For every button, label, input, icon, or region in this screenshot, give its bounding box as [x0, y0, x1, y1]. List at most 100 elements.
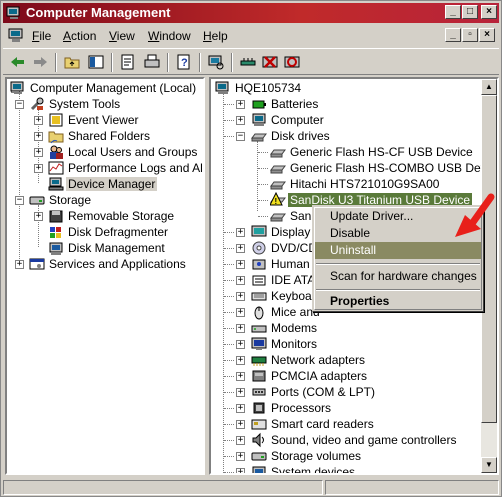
services-applications-icon	[29, 258, 45, 270]
expand-toggle[interactable]: +	[236, 372, 245, 381]
mdi-minimize-button[interactable]: _	[445, 28, 461, 42]
sound-icon	[252, 432, 264, 448]
computer-icon	[215, 81, 229, 94]
expand-toggle[interactable]: +	[34, 148, 43, 157]
disk-drive-icon	[251, 133, 267, 142]
device-tree-item[interactable]: + Computer	[211, 112, 481, 128]
device-tree-item[interactable]: + Batteries	[211, 96, 481, 112]
expand-toggle[interactable]: +	[236, 468, 245, 473]
tree-label: System Tools	[49, 97, 121, 111]
device-tree-item[interactable]: + Smart card readers	[211, 416, 481, 432]
expand-toggle[interactable]: +	[236, 340, 245, 349]
expand-toggle[interactable]: +	[236, 116, 245, 125]
back-arrow-icon[interactable]	[9, 53, 27, 71]
expand-toggle[interactable]: +	[236, 356, 245, 365]
expand-toggle[interactable]: +	[236, 324, 245, 333]
tree-label: Disk Management	[68, 241, 165, 255]
device-tree-root[interactable]: HQE105734	[211, 80, 481, 96]
update-driver-icon[interactable]	[239, 53, 257, 71]
console-tree-pane[interactable]: − Computer Management (Local) − System T…	[5, 77, 205, 475]
scan-hardware-icon[interactable]	[207, 53, 225, 71]
mdi-close-button[interactable]: ×	[479, 28, 495, 42]
expand-toggle[interactable]: +	[236, 420, 245, 429]
tree-item-device-manager[interactable]: Device Manager	[7, 176, 203, 192]
tree-item-removable-storage[interactable]: + Removable Storage	[7, 208, 203, 224]
help-icon[interactable]: ?	[175, 53, 193, 71]
device-tree-item[interactable]: − Disk drives	[211, 128, 481, 144]
device-tree-item[interactable]: + PCMCIA adapters	[211, 368, 481, 384]
device-tree-item[interactable]: + Sound, video and game controllers	[211, 432, 481, 448]
device-tree-item[interactable]: Hitachi HTS721010G9SA00	[211, 176, 481, 192]
menu-item-properties[interactable]: Properties	[315, 293, 481, 310]
expand-toggle[interactable]: +	[34, 164, 43, 173]
expand-toggle[interactable]: +	[236, 100, 245, 109]
expand-toggle[interactable]: +	[236, 452, 245, 461]
tree-label: Device Manager	[66, 177, 158, 191]
menu-action[interactable]: Action	[63, 29, 96, 43]
tree-label: Shared Folders	[68, 129, 151, 143]
expand-toggle[interactable]: +	[236, 228, 245, 237]
menu-view[interactable]: View	[109, 29, 135, 43]
expand-toggle[interactable]: +	[236, 244, 245, 253]
tree-label: Generic Flash HS-CF USB Device	[290, 145, 473, 159]
tree-item-local-users-groups[interactable]: + Local Users and Groups	[7, 144, 203, 160]
maximize-button[interactable]: □	[462, 5, 478, 19]
device-tree-item[interactable]: + Monitors	[211, 336, 481, 352]
expand-toggle[interactable]: +	[34, 116, 43, 125]
expand-toggle[interactable]: +	[236, 308, 245, 317]
scroll-down-button[interactable]: ▼	[481, 457, 497, 473]
mdi-restore-button[interactable]: ▫	[462, 28, 478, 42]
tree-label: HQE105734	[235, 81, 302, 95]
forward-arrow-icon[interactable]	[31, 53, 49, 71]
expand-toggle[interactable]: +	[34, 212, 43, 221]
expand-toggle[interactable]: +	[236, 388, 245, 397]
tree-item-system-tools[interactable]: − System Tools	[7, 96, 203, 112]
mmc-system-menu-icon[interactable]	[8, 28, 24, 43]
scroll-up-button[interactable]: ▲	[481, 79, 497, 95]
uninstall-icon[interactable]	[261, 53, 279, 71]
menu-help[interactable]: Help	[203, 29, 228, 43]
expand-toggle[interactable]: +	[236, 260, 245, 269]
expand-toggle[interactable]: +	[34, 132, 43, 141]
properties-icon[interactable]	[119, 53, 137, 71]
tree-item-shared-folders[interactable]: + Shared Folders	[7, 128, 203, 144]
menu-item-scan-hardware[interactable]: Scan for hardware changes	[315, 268, 481, 285]
print-icon[interactable]	[143, 53, 161, 71]
tree-item-computer-management[interactable]: − Computer Management (Local)	[7, 80, 203, 96]
menu-window[interactable]: Window	[148, 29, 191, 43]
disk-management-icon	[49, 242, 63, 255]
status-cell-main	[3, 480, 323, 495]
collapse-toggle[interactable]: −	[15, 196, 24, 205]
device-tree-item[interactable]: + Processors	[211, 400, 481, 416]
device-tree-item[interactable]: + Modems	[211, 320, 481, 336]
device-tree-item[interactable]: Generic Flash HS-CF USB Device	[211, 144, 481, 160]
device-tree-item[interactable]: Generic Flash HS-COMBO USB Device	[211, 160, 497, 176]
tree-item-performance-logs[interactable]: + Performance Logs and Alerts	[7, 160, 203, 176]
menu-file[interactable]: File	[32, 29, 51, 43]
tree-item-event-viewer[interactable]: + Event Viewer	[7, 112, 203, 128]
tree-label: Storage	[49, 193, 92, 207]
show-hide-console-tree-icon[interactable]	[87, 53, 105, 71]
tree-label: Smart card readers	[271, 417, 374, 431]
expand-toggle[interactable]: +	[236, 292, 245, 301]
tree-item-services-applications[interactable]: + Services and Applications	[7, 256, 203, 272]
device-tree-item[interactable]: + Storage volumes	[211, 448, 481, 464]
expand-toggle[interactable]: +	[236, 436, 245, 445]
device-tree-item[interactable]: + System devices	[211, 464, 481, 475]
tree-item-disk-management[interactable]: Disk Management	[7, 240, 203, 256]
tree-item-storage[interactable]: − Storage	[7, 192, 203, 208]
minimize-button[interactable]: _	[445, 5, 461, 19]
device-tree-item[interactable]: + Ports (COM & LPT)	[211, 384, 481, 400]
tree-label: System devices	[271, 465, 356, 475]
tree-item-disk-defragmenter[interactable]: Disk Defragmenter	[7, 224, 203, 240]
collapse-toggle[interactable]: −	[236, 132, 245, 141]
disable-device-icon[interactable]	[283, 53, 301, 71]
expand-toggle[interactable]: +	[236, 276, 245, 285]
close-button[interactable]: ×	[481, 5, 497, 19]
title-bar[interactable]: Computer Management _ □ ×	[3, 3, 499, 23]
expand-toggle[interactable]: +	[236, 404, 245, 413]
expand-toggle[interactable]: +	[15, 260, 24, 269]
device-tree-item[interactable]: + Network adapters	[211, 352, 481, 368]
collapse-toggle[interactable]: −	[15, 100, 24, 109]
up-one-level-icon[interactable]	[63, 53, 81, 71]
